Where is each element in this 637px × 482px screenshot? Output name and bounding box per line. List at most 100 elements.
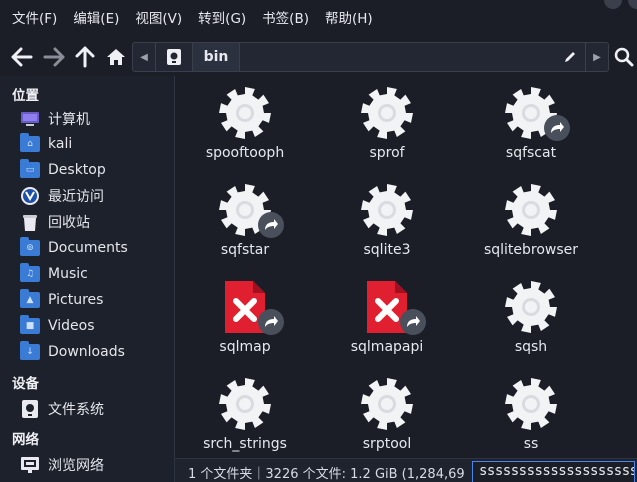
executable-gear-icon	[505, 376, 557, 432]
file-name-label: sqfscat	[505, 145, 557, 161]
forward-button[interactable]	[41, 44, 67, 70]
file-name-label: srptool	[362, 436, 412, 452]
symlink-arrow-icon	[258, 212, 284, 238]
pictures-folder-icon: ▲	[20, 289, 40, 309]
path-separator	[239, 43, 240, 71]
edit-location-button[interactable]	[556, 43, 584, 71]
file-item-sqfstar[interactable]: sqfstar	[175, 182, 315, 278]
path-root-button[interactable]	[156, 43, 192, 71]
file-name-label: sqlmapapi	[350, 339, 424, 355]
menu-file[interactable]: 文件(F)	[6, 0, 63, 38]
location-bar: ◀ bin ▶	[132, 42, 609, 72]
file-item-sqlmap[interactable]: sqlmap	[175, 279, 315, 375]
file-item-ss[interactable]: ss	[461, 376, 601, 458]
file-name-label: sqlite3	[363, 242, 411, 258]
path-scroll-right-button[interactable]: ▶	[586, 43, 608, 71]
sidebar-header-network: 网络	[12, 432, 39, 448]
sidebar-item-downloads[interactable]: ↓ Downloads	[20, 340, 170, 364]
sidebar-item-music[interactable]: ♫ Music	[20, 262, 170, 286]
file-item-sprof[interactable]: sprof	[317, 85, 457, 181]
trash-icon	[20, 213, 40, 231]
documents-folder-icon: ⊚	[20, 237, 40, 257]
pencil-icon	[565, 52, 575, 62]
menubar: 文件(F) 编辑(E) 视图(V) 转到(G) 书签(B) 帮助(H)	[0, 0, 637, 38]
executable-gear-icon	[219, 376, 271, 432]
sidebar-header-devices: 设备	[12, 376, 39, 392]
file-item-sqfscat[interactable]: sqfscat	[461, 85, 601, 181]
sidebar-item-label: 文件系统	[48, 402, 104, 418]
sidebar-item-label: Downloads	[48, 344, 125, 360]
up-button[interactable]	[72, 44, 98, 70]
sidebar-item-filesystem[interactable]: 文件系统	[20, 397, 170, 421]
path-scroll-left-button[interactable]: ◀	[133, 43, 155, 71]
sidebar-item-pictures[interactable]: ▲ Pictures	[20, 288, 170, 312]
executable-gear-icon	[361, 85, 413, 141]
file-grid: spooftooph sprof sqfscat sqfstar sqlite3 sqli…	[175, 76, 637, 458]
executable-gear-icon	[361, 376, 413, 432]
symlink-arrow-icon	[258, 309, 284, 335]
status-text: 1 个文件夹｜3226 个文件: 1.2 GiB (1,284,69	[188, 467, 465, 482]
search-icon	[614, 47, 634, 67]
file-item-srch-strings[interactable]: srch_strings	[175, 376, 315, 458]
executable-gear-icon	[219, 85, 271, 141]
file-item-sqlitebrowser[interactable]: sqlitebrowser	[461, 182, 601, 278]
menu-help[interactable]: 帮助(H)	[319, 0, 379, 38]
arrow-right-icon	[43, 47, 65, 67]
sidebar-item-computer[interactable]: 计算机	[20, 107, 170, 131]
sidebar-item-label: Videos	[48, 318, 95, 334]
symlink-arrow-icon	[400, 309, 426, 335]
home-icon	[107, 49, 125, 65]
network-icon	[20, 456, 40, 474]
executable-gear-icon	[361, 182, 413, 238]
home-folder-icon: ⌂	[20, 133, 40, 153]
recent-icon	[20, 187, 40, 205]
sidebar-item-label: 回收站	[48, 215, 90, 231]
sidebar-item-label: 最近访问	[48, 189, 104, 205]
sidebar-item-label: kali	[48, 136, 73, 152]
sidebar-item-label: 浏览网络	[48, 458, 104, 474]
sidebar: 位置 计算机 ⌂ kali ▭ Desktop 最近访问 回收站 ⊚ Docum…	[0, 76, 175, 482]
path-segment-bin[interactable]: bin	[193, 43, 239, 71]
sidebar-item-kali[interactable]: ⌂ kali	[20, 132, 170, 156]
file-item-sqlite3[interactable]: sqlite3	[317, 182, 457, 278]
symlink-arrow-icon	[544, 115, 570, 141]
drive-icon	[20, 400, 40, 418]
sidebar-item-desktop[interactable]: ▭ Desktop	[20, 158, 170, 182]
downloads-folder-icon: ↓	[20, 341, 40, 361]
drive-icon	[167, 49, 181, 65]
home-button[interactable]	[103, 44, 129, 70]
arrow-up-icon	[75, 46, 95, 68]
file-name-label: sqsh	[514, 339, 548, 355]
file-name-label: ss	[523, 436, 539, 452]
sidebar-item-videos[interactable]: ■ Videos	[20, 314, 170, 338]
desktop-folder-icon: ▭	[20, 159, 40, 179]
music-folder-icon: ♫	[20, 263, 40, 283]
executable-gear-icon	[505, 279, 557, 335]
menu-view[interactable]: 视图(V)	[129, 0, 188, 38]
search-button[interactable]	[611, 44, 637, 70]
find-input-value: ssssssssssssssssssssss	[479, 463, 634, 479]
sidebar-item-label: Music	[48, 266, 88, 282]
file-name-label: sqlmap	[219, 339, 271, 355]
file-item-sqsh[interactable]: sqsh	[461, 279, 601, 375]
back-button[interactable]	[9, 44, 35, 70]
sidebar-item-browse-network[interactable]: 浏览网络	[20, 453, 170, 477]
menu-go[interactable]: 转到(G)	[192, 0, 252, 38]
find-input[interactable]: ssssssssssssssssssssss	[472, 461, 635, 482]
file-name-label: sprof	[369, 145, 405, 161]
file-item-sqlmapapi[interactable]: sqlmapapi	[317, 279, 457, 375]
sidebar-header-places: 位置	[12, 88, 39, 104]
file-name-label: sqfstar	[220, 242, 270, 258]
file-name-label: srch_strings	[203, 436, 287, 452]
sidebar-item-documents[interactable]: ⊚ Documents	[20, 236, 170, 260]
statusbar: 1 个文件夹｜3226 个文件: 1.2 GiB (1,284,69 sssss…	[175, 458, 637, 482]
file-item-spooftooph[interactable]: spooftooph	[175, 85, 315, 181]
file-item-srptool[interactable]: srptool	[317, 376, 457, 458]
sidebar-item-trash[interactable]: 回收站	[20, 210, 170, 234]
file-name-label: spooftooph	[205, 145, 285, 161]
sidebar-item-recent[interactable]: 最近访问	[20, 184, 170, 208]
computer-icon	[20, 110, 40, 128]
menu-bookmarks[interactable]: 书签(B)	[256, 0, 315, 38]
arrow-left-icon	[11, 47, 33, 67]
menu-edit[interactable]: 编辑(E)	[67, 0, 125, 38]
